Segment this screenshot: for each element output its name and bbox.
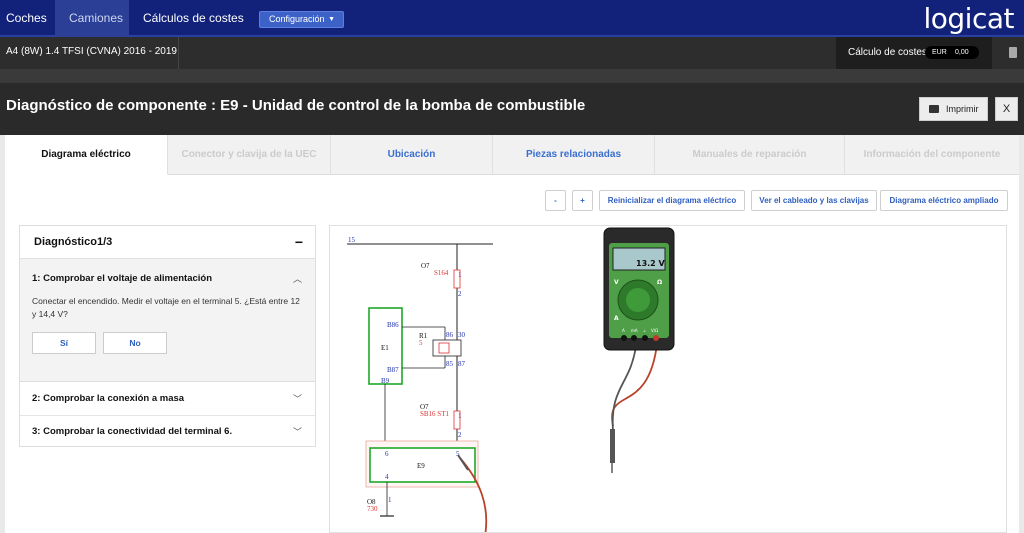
trash-icon[interactable]	[1009, 47, 1017, 58]
meter-dial-knob	[626, 288, 650, 312]
zoom-in-button[interactable]: +	[572, 190, 593, 211]
chevron-down-icon: ﹀	[292, 427, 302, 437]
pin-label: 85	[446, 360, 454, 368]
multimeter: 13.2 V V Ω A A mA ⊥ V/Ω	[603, 227, 675, 351]
collapse-icon[interactable]: −	[295, 234, 303, 250]
meter-label-a: A	[614, 315, 619, 322]
pin-label: 2	[458, 290, 462, 298]
view-wiring-button[interactable]: Ver el cableado y las clavijas	[751, 190, 877, 211]
nav-coches[interactable]: Coches	[6, 0, 47, 37]
black-probe[interactable]	[610, 429, 615, 463]
cost-label: Cálculo de costes	[848, 47, 927, 58]
black-meter-lead	[611, 345, 637, 432]
config-dropdown[interactable]: Configuración ▼	[259, 11, 344, 28]
extended-diagram-button[interactable]: Diagrama eléctrico ampliado	[880, 190, 1008, 211]
reset-diagram-button[interactable]: Reinicializar el diagrama eléctrico	[599, 190, 745, 211]
vehicle-name[interactable]: A4 (8W) 1.4 TFSI (CVNA) 2016 - 2019	[6, 37, 177, 69]
printer-icon	[929, 105, 939, 113]
title-bar: Diagnóstico de componente : E9 - Unidad …	[0, 83, 1024, 135]
nav-camiones[interactable]: Camiones	[55, 0, 129, 37]
pin-label: 1	[458, 271, 462, 279]
pin-label: B9	[381, 377, 390, 385]
relay-coil	[438, 342, 450, 354]
step-2-title: 2: Comprobar la conexión a masa	[32, 393, 185, 404]
cost-value: 0,00	[955, 49, 969, 56]
relay-sub: 5	[419, 339, 423, 347]
meter-port-label: A	[622, 328, 625, 333]
logo: logicat	[923, 2, 1015, 35]
meter-port[interactable]	[621, 335, 627, 341]
step-1-description: Conectar el encendido. Medir el voltaje …	[32, 296, 300, 319]
pin-label: 30	[458, 331, 466, 339]
divider	[178, 37, 179, 69]
electrical-diagram[interactable]: 15 O7 S164 1 2 E1 B86 B87 B9 R1 5 86 30 …	[329, 225, 1007, 533]
fuse-o7b-sub: SB16 ST1	[420, 410, 449, 418]
meter-label-ohm: Ω	[657, 279, 662, 286]
e1-label: E1	[381, 344, 389, 352]
pin-label: 1	[388, 496, 392, 504]
pin-label: 2	[458, 431, 462, 439]
step-1: 1: Comprobar el voltaje de alimentación …	[20, 259, 315, 382]
zoom-out-button[interactable]: -	[545, 190, 566, 211]
chevron-down-icon: ﹀	[292, 394, 302, 404]
meter-port[interactable]	[631, 335, 637, 341]
tab-informacion-componente: Información del componente	[845, 135, 1019, 175]
diagnostic-title: Diagnóstico1/3	[34, 236, 113, 248]
step-3-title: 3: Comprobar la conectividad del termina…	[32, 426, 233, 437]
pin-label: B87	[387, 366, 399, 374]
tab-piezas-relacionadas[interactable]: Piezas relacionadas	[493, 135, 655, 175]
cost-badge: EUR 0,00	[925, 46, 979, 59]
tab-manuales-reparacion: Manuales de reparación	[655, 135, 845, 175]
diagnostic-panel: Diagnóstico1/3 − 1: Comprobar el voltaje…	[19, 225, 316, 447]
config-label: Configuración	[269, 14, 325, 24]
chevron-up-icon[interactable]: ︿	[293, 272, 302, 285]
meter-port-label: V/Ω	[651, 328, 658, 333]
print-button[interactable]: Imprimir	[919, 97, 988, 121]
print-label: Imprimir	[946, 104, 979, 114]
meter-label-v: V	[614, 279, 619, 286]
pin-label: 86	[446, 331, 454, 339]
meter-port[interactable]	[653, 335, 659, 341]
step-2[interactable]: 2: Comprobar la conexión a masa ﹀	[20, 383, 315, 416]
cost-currency: EUR	[932, 49, 947, 56]
cost-calculator[interactable]: Cálculo de costes EUR 0,00	[836, 37, 992, 69]
meter-port-label: mA	[631, 328, 638, 333]
vehicle-bar: A4 (8W) 1.4 TFSI (CVNA) 2016 - 2019 Cálc…	[0, 37, 1024, 69]
meter-port-label: ⊥	[643, 328, 647, 333]
yes-button[interactable]: Sí	[32, 332, 96, 354]
chevron-down-icon: ▼	[328, 16, 335, 23]
meter-port[interactable]	[642, 335, 648, 341]
ground-sub: 730	[367, 505, 378, 513]
e9-label: E9	[417, 462, 425, 470]
diagnostic-header[interactable]: Diagnóstico1/3 −	[20, 226, 315, 259]
pin-label: 1	[458, 412, 462, 420]
pin-label: 4	[385, 473, 389, 481]
diagram-canvas: 15 O7 S164 1 2 E1 B86 B87 B9 R1 5 86 30 …	[347, 227, 675, 532]
fuse-o7a-label: O7	[421, 262, 430, 270]
pin-label: 87	[458, 360, 466, 368]
rail-label: 15	[348, 236, 356, 244]
tab-diagrama-electrico[interactable]: Diagrama eléctrico	[5, 135, 168, 175]
meter-reading: 13.2 V	[636, 259, 666, 268]
pin-label: 6	[385, 450, 389, 458]
close-button[interactable]: X	[995, 97, 1018, 121]
top-nav: Coches Camiones Cálculos de costes Confi…	[0, 0, 1024, 37]
pin-label: B86	[387, 321, 399, 329]
no-button[interactable]: No	[103, 332, 167, 354]
step-1-title[interactable]: 1: Comprobar el voltaje de alimentación	[32, 273, 212, 284]
page-title: Diagnóstico de componente : E9 - Unidad …	[6, 97, 586, 114]
spacer	[0, 69, 1024, 83]
tab-bar: Diagrama eléctrico Conector y clavija de…	[5, 135, 1019, 175]
fuse-o7a-sub: S164	[434, 269, 449, 277]
tab-conector-clavija: Conector y clavija de la UEC	[168, 135, 331, 175]
nav-calculos-costes[interactable]: Cálculos de costes	[143, 0, 244, 37]
tab-ubicacion[interactable]: Ubicación	[331, 135, 493, 175]
step-3[interactable]: 3: Comprobar la conectividad del termina…	[20, 416, 315, 449]
